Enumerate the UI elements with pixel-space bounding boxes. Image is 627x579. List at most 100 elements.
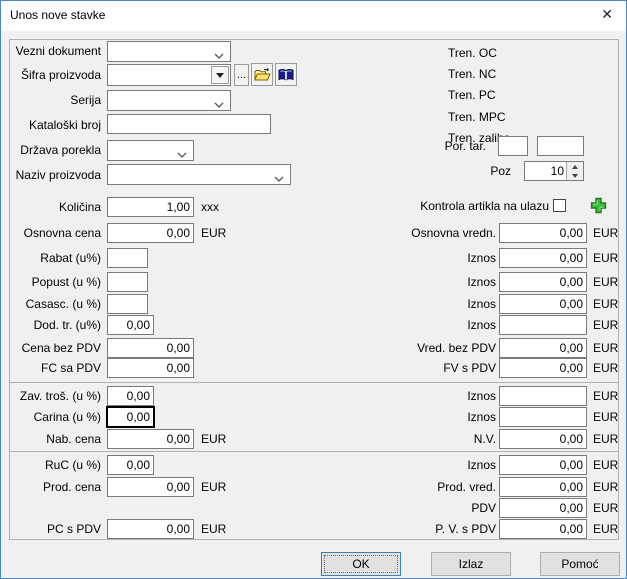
kataloski-broj-input[interactable] [107,114,271,134]
currency-suffix: EUR [593,294,618,314]
kolicina-label: Količina [7,197,101,217]
chevron-down-icon [214,49,224,56]
dropdown-arrow-icon [216,73,224,78]
popust-label: Popust (u %) [7,272,101,292]
kataloski-broj-label: Kataloški broj [7,115,101,135]
poz-spinner[interactable]: 10 [524,161,584,181]
nv-label: N.V. [311,429,496,449]
sifra-dropdown-button[interactable] [211,66,229,84]
iznos-input[interactable] [499,272,587,292]
vezni-dokument-combobox[interactable] [107,41,231,62]
close-icon[interactable]: ✕ [601,6,613,22]
osnovna-cena-input[interactable] [107,223,194,243]
fv-s-pdv-input[interactable] [499,358,587,378]
pdv-input[interactable] [499,498,587,518]
osnovna-vredn-input[interactable] [499,223,587,243]
nv-input[interactable] [499,429,587,449]
currency-suffix: EUR [593,429,618,449]
section-divider [9,382,619,383]
iznos-input[interactable] [499,248,587,268]
iznos-label: Iznos [311,294,496,314]
currency-suffix: EUR [593,272,618,292]
spin-down-button[interactable] [567,171,583,180]
currency-suffix: EUR [201,429,226,449]
currency-suffix: EUR [593,455,618,475]
fc-sa-pdv-input[interactable] [107,358,194,378]
iznos-input[interactable] [499,407,587,427]
pc-s-pdv-input[interactable] [107,519,194,539]
sifra-proizvoda-label: Šifra proizvoda [7,65,101,85]
tren-nc-label: Tren. NC [448,66,496,82]
iznos-input[interactable] [499,294,587,314]
por-tar-input-2[interactable] [537,136,584,156]
open-folder-button[interactable] [251,63,273,86]
pomoc-button[interactable]: Pomoć [540,552,620,576]
prod-cena-input[interactable] [107,477,194,497]
currency-suffix: EUR [593,519,618,539]
ruc-input[interactable] [107,455,154,475]
pdv-label: PDV [311,498,496,518]
kontrola-artikla-checkbox[interactable] [553,199,566,212]
vred-bez-pdv-label: Vred. bez PDV [311,338,496,358]
iznos-label: Iznos [311,386,496,406]
naziv-proizvoda-combobox[interactable] [107,164,291,185]
kontrola-artikla-label: Kontrola artikla na ulazu [331,196,549,216]
zav-tros-input[interactable] [107,386,154,406]
currency-suffix: EUR [593,477,618,497]
pc-s-pdv-label: PC s PDV [7,519,101,539]
dialog-unos-nove-stavke: Unos nove stavke ✕ Vezni dokument Šifra … [0,0,627,579]
prod-vred-input[interactable] [499,477,587,497]
catalog-book-button[interactable] [275,63,297,86]
casasc-input[interactable] [107,294,148,314]
drzava-porekla-combobox[interactable] [107,140,194,161]
ok-button[interactable]: OK [321,552,401,576]
carina-label: Carina (u %) [7,407,101,427]
cena-bez-pdv-input[interactable] [107,338,194,358]
osnovna-cena-label: Osnovna cena [7,223,101,243]
currency-suffix: EUR [593,386,618,406]
serija-combobox[interactable] [107,90,231,111]
nab-cena-input[interactable] [107,429,194,449]
izlaz-button[interactable]: Izlaz [431,552,511,576]
pv-s-pdv-label: P. V. s PDV [311,519,496,539]
poz-label: Poz [421,161,511,181]
pv-s-pdv-input[interactable] [499,519,587,539]
iznos-input[interactable] [499,386,587,406]
chevron-down-icon [214,98,224,105]
currency-suffix: EUR [201,223,226,243]
iznos-input[interactable] [499,315,587,335]
por-tar-input-1[interactable] [498,136,528,156]
fc-sa-pdv-label: FC sa PDV [7,358,101,378]
iznos-label: Iznos [311,455,496,475]
plus-icon [590,197,607,214]
sifra-browse-button[interactable]: ... [234,64,249,86]
prod-cena-label: Prod. cena [7,477,101,497]
iznos-input[interactable] [499,455,587,475]
dod-tr-input[interactable] [107,315,154,335]
fv-s-pdv-label: FV s PDV [311,358,496,378]
title-bar: Unos nove stavke ✕ [1,1,626,31]
poz-value: 10 [551,162,564,180]
por-tar-label: Por. tar. [386,136,486,156]
prod-vred-label: Prod. vred. [311,477,496,497]
open-folder-icon [254,68,271,82]
zav-tros-label: Zav. troš. (u %) [7,386,101,406]
iznos-label: Iznos [311,248,496,268]
rabat-label: Rabat (u%) [7,248,101,268]
currency-suffix: EUR [593,358,618,378]
window-title: Unos nove stavke [10,8,105,22]
serija-label: Serija [7,90,101,110]
rabat-input[interactable] [107,248,148,268]
popust-input[interactable] [107,272,148,292]
currency-suffix: EUR [593,407,618,427]
currency-suffix: EUR [201,519,226,539]
arrow-down-icon [572,174,578,178]
add-item-button[interactable] [590,197,607,214]
vred-bez-pdv-input[interactable] [499,338,587,358]
carina-input[interactable] [107,407,154,427]
currency-suffix: EUR [593,338,618,358]
kolicina-input[interactable] [107,197,194,217]
spin-buttons [566,162,583,180]
dod-tr-label: Dod. tr. (u%) [7,315,101,335]
iznos-label: Iznos [311,272,496,292]
